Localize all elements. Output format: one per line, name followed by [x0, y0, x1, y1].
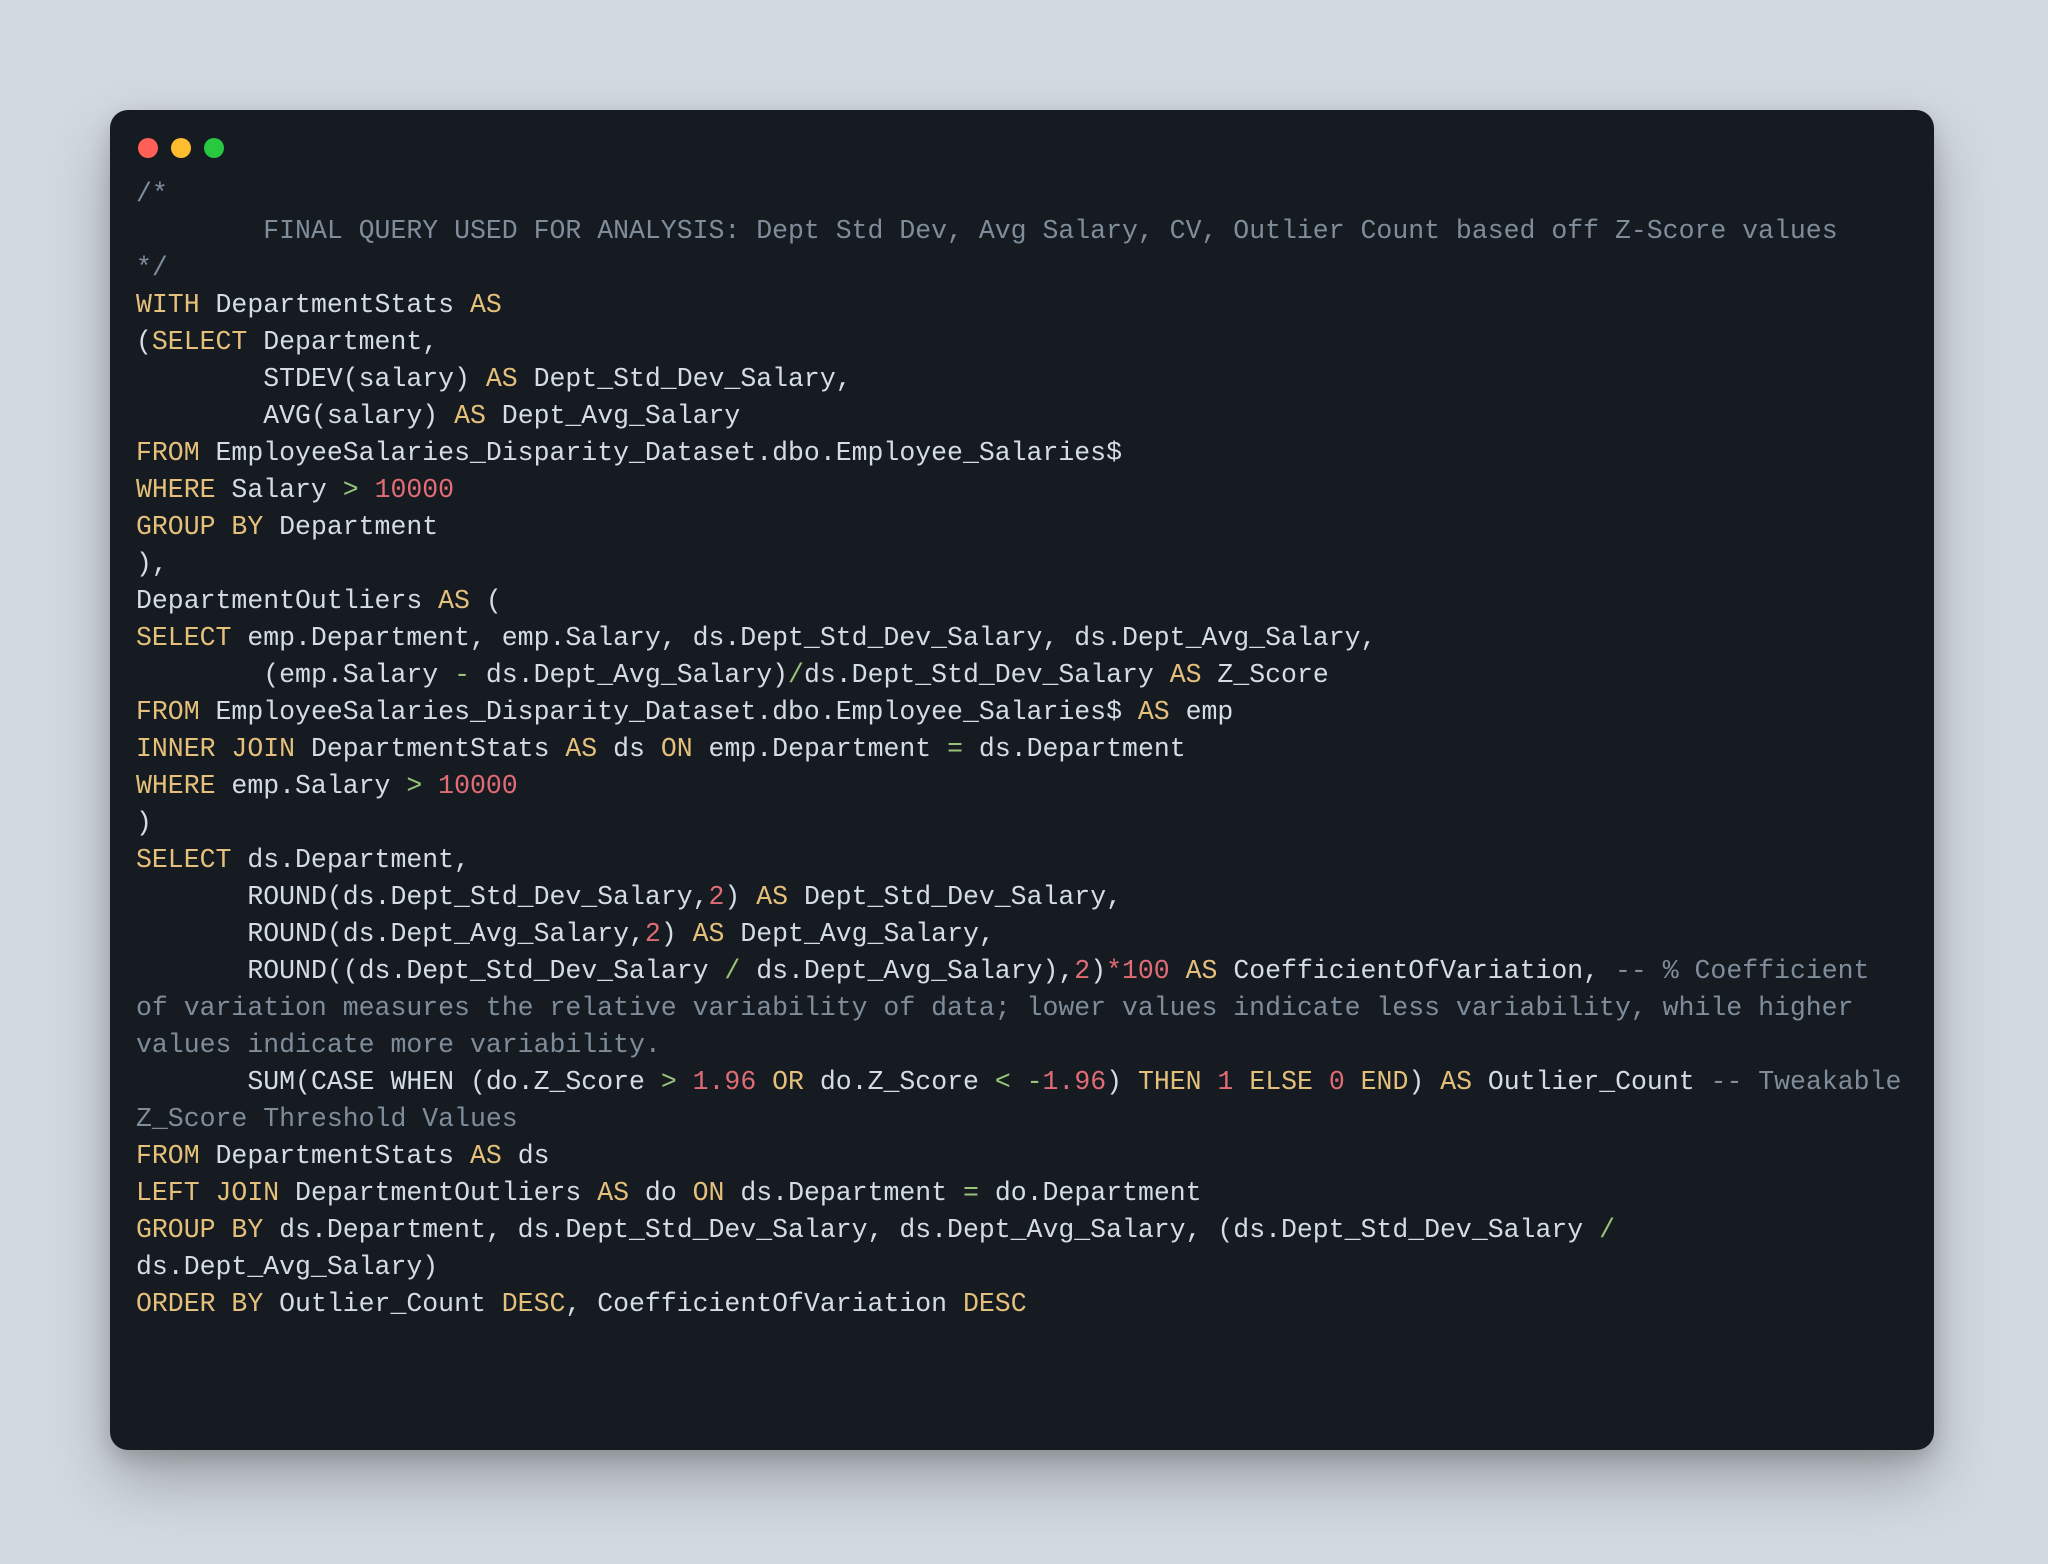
code-window: /* FINAL QUERY USED FOR ANALYSIS: Dept S…	[110, 110, 1934, 1450]
window-traffic-lights	[136, 134, 1908, 176]
zoom-icon[interactable]	[204, 138, 224, 158]
comment-body: FINAL QUERY USED FOR ANALYSIS: Dept Std …	[136, 216, 1838, 246]
comment-open: /*	[136, 179, 168, 209]
kw-with: WITH	[136, 290, 200, 320]
comment-close: */	[136, 253, 168, 283]
sql-code-block: /* FINAL QUERY USED FOR ANALYSIS: Dept S…	[136, 176, 1908, 1323]
minimize-icon[interactable]	[171, 138, 191, 158]
kw-from: FROM	[136, 438, 200, 468]
kw-select: SELECT	[152, 327, 247, 357]
kw-group-by: GROUP BY	[136, 512, 263, 542]
kw-where: WHERE	[136, 475, 216, 505]
close-icon[interactable]	[138, 138, 158, 158]
